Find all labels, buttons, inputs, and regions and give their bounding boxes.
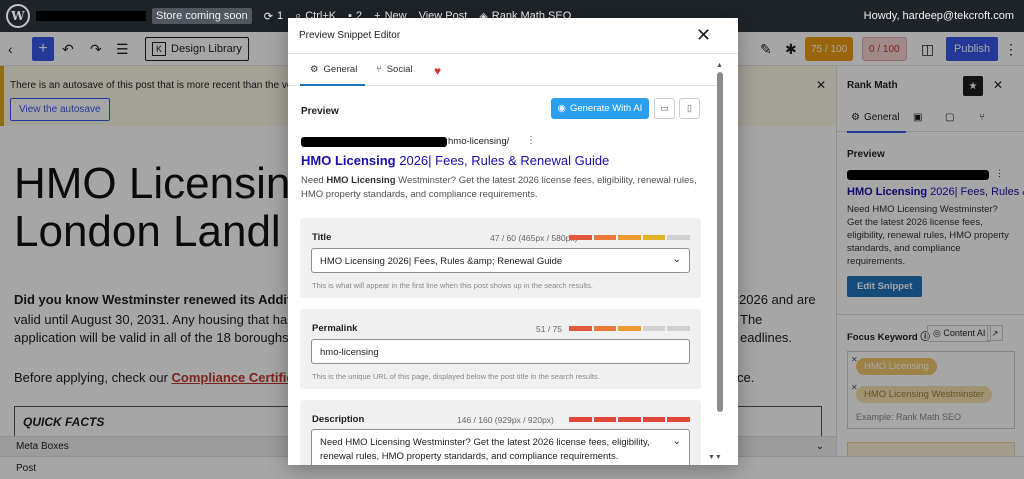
modal-tabs: ⚙ General ⑂ Social ♥ [288, 54, 718, 86]
meter-segment [667, 326, 690, 331]
meter-segment [618, 235, 641, 240]
permalink-char-count: 51 / 75 [536, 324, 562, 334]
tab-social[interactable]: ⑂ Social [376, 64, 413, 75]
share-icon: ⑂ [376, 64, 382, 75]
meter-segment [667, 235, 690, 240]
meter-segment [618, 417, 641, 422]
scrollbar-thumb[interactable] [717, 72, 723, 412]
serp-title: HMO Licensing 2026| Fees, Rules & Renewa… [301, 153, 610, 168]
title-length-meter [569, 235, 690, 240]
heart-icon: ♥ [434, 64, 442, 78]
permalink-label: Permalink [312, 323, 358, 334]
preview-heading: Preview [301, 106, 339, 117]
chevron-down-icon[interactable]: ⌄ [673, 254, 681, 265]
chevron-down-icon[interactable]: ⌄ [673, 435, 681, 449]
serp-url: hmo-licensing/ [448, 136, 510, 147]
permalink-input[interactable]: hmo-licensing [311, 339, 690, 364]
description-textarea[interactable]: Need HMO Licensing Westminster? Get the … [311, 429, 690, 465]
title-input[interactable]: HMO Licensing 2026| Fees, Rules &amp; Re… [311, 248, 690, 273]
description-label: Description [312, 414, 365, 425]
desktop-preview-icon[interactable]: ▭ [654, 98, 675, 119]
ai-icon: ◉ [557, 103, 566, 114]
meter-segment [642, 417, 666, 422]
mobile-preview-icon[interactable]: ▯ [679, 98, 700, 119]
description-char-count: 146 / 160 (929px / 920px) [457, 415, 554, 425]
modal-scrollbar[interactable]: ▲ ▼▼ [708, 62, 724, 461]
title-char-count: 47 / 60 (465px / 580px) [490, 233, 578, 243]
description-length-meter [569, 417, 690, 422]
meter-segment [569, 417, 592, 422]
meter-segment [569, 326, 592, 331]
title-label: Title [312, 232, 332, 243]
description-field-card: Description 146 / 160 (929px / 920px) Ne… [300, 400, 701, 465]
tab-favorite[interactable]: ♥ [434, 64, 441, 78]
user-greeting[interactable]: Howdy, hardeep@tekcroft.com [864, 10, 1014, 22]
preview-snippet-editor-modal: Preview Snippet Editor ✕ ⚙ General ⑂ Socia… [288, 18, 738, 465]
wordpress-logo-icon[interactable]: W [6, 4, 30, 28]
meter-segment [593, 326, 617, 331]
refresh-icon: ⟳ [263, 10, 273, 23]
title-help-text: This is what will appear in the first li… [312, 281, 593, 290]
scroll-down-icon[interactable]: ▼▼ [708, 454, 722, 461]
close-icon[interactable]: ✕ [696, 25, 711, 46]
store-status-badge[interactable]: Store coming soon [152, 8, 252, 24]
meter-segment [593, 235, 617, 240]
updates-item[interactable]: ⟳ 1 [264, 10, 283, 23]
modal-title: Preview Snippet Editor [299, 30, 401, 41]
title-field-card: Title 47 / 60 (465px / 580px) HMO Licens… [300, 218, 701, 298]
permalink-field-card: Permalink 51 / 75 hmo-licensing This is … [300, 309, 701, 389]
more-icon[interactable]: ⋮ [526, 135, 536, 146]
serp-description: Need HMO Licensing Westminster? Get the … [301, 175, 697, 200]
meter-segment [618, 326, 641, 331]
redacted-url [301, 137, 447, 147]
redacted-site-name [36, 11, 146, 21]
scroll-up-icon[interactable]: ▲ [716, 62, 723, 69]
meter-segment [642, 326, 666, 331]
meter-segment [593, 417, 617, 422]
tab-general[interactable]: ⚙ General [299, 64, 366, 86]
generate-with-ai-button[interactable]: ◉ Generate With AI [551, 98, 649, 119]
meter-segment [667, 417, 690, 422]
permalink-help-text: This is the unique URL of this page, dis… [312, 372, 600, 381]
meter-segment [569, 235, 592, 240]
modal-header: Preview Snippet Editor ✕ [288, 18, 738, 54]
meter-segment [642, 235, 666, 240]
permalink-length-meter [569, 326, 690, 331]
gear-icon: ⚙ [310, 64, 319, 75]
